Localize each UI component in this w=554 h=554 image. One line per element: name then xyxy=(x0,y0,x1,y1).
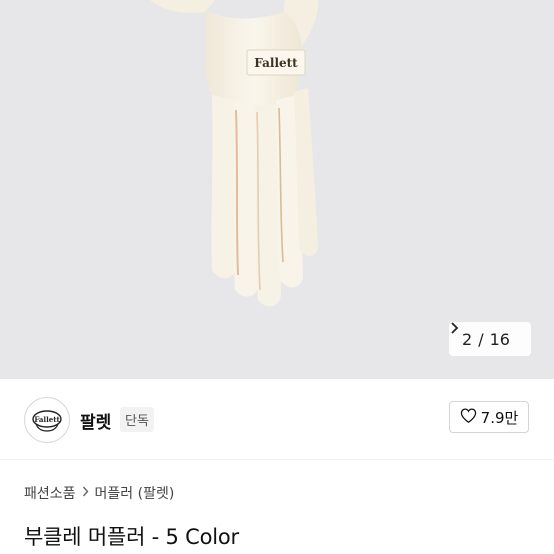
product-title: 부클레 머플러 - 5 Color xyxy=(24,525,239,549)
like-button[interactable]: 7.9만 xyxy=(449,401,529,433)
scarf-label-text: Fallett xyxy=(254,55,298,70)
brand-name[interactable]: 팔렛 xyxy=(80,408,111,433)
pager-separator: / xyxy=(478,329,484,349)
like-count: 7.9만 xyxy=(480,408,519,427)
scarf-label: Fallett xyxy=(247,50,305,75)
product-image-carousel[interactable]: Fallett 2 / 16 xyxy=(0,0,554,379)
pager-current: 2 xyxy=(462,329,473,349)
pager-total: 16 xyxy=(489,329,510,349)
chevron-right-icon xyxy=(82,486,89,501)
breadcrumb: 패션소품 머플러 (팔렛) xyxy=(24,483,174,503)
brand-avatar[interactable]: Fallett xyxy=(24,397,70,443)
breadcrumb-item-subcategory[interactable]: 머플러 (팔렛) xyxy=(95,483,175,503)
image-pager[interactable]: 2 / 16 xyxy=(449,322,531,356)
breadcrumb-item-category[interactable]: 패션소품 xyxy=(24,483,76,503)
exclusive-badge: 단독 xyxy=(120,407,154,432)
heart-icon xyxy=(460,407,477,427)
svg-text:Fallett: Fallett xyxy=(34,415,60,424)
brand-logo-icon: Fallett xyxy=(32,410,62,432)
